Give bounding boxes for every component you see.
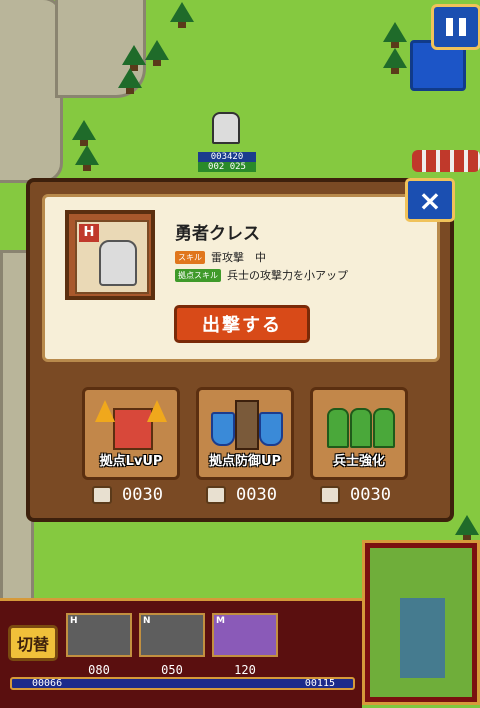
- tree-icon: [145, 40, 169, 66]
- hero-portrait: H: [65, 210, 155, 300]
- passive-tag: 拠点スキル: [175, 268, 221, 282]
- upgrade-cost: 0030: [92, 485, 163, 505]
- tower-shield-icon: [207, 394, 283, 450]
- pause-icon: [446, 18, 453, 36]
- enemy-soldiers[interactable]: [412, 150, 480, 172]
- minimap[interactable]: [362, 540, 480, 705]
- upgrade-label: 拠点防御UP: [208, 454, 282, 469]
- soldier-boost-button[interactable]: 兵士強化: [310, 387, 408, 480]
- hero-info-panel: H 勇者クレス スキル 雷攻撃 中 拠点スキル 兵士の攻撃力を小アップ 出撃する: [42, 194, 440, 362]
- slot-cost: 120: [234, 663, 256, 677]
- cost-value: 0030: [122, 485, 163, 505]
- tree-icon: [118, 68, 142, 94]
- minimap-water: [400, 598, 445, 678]
- minimap-view: [370, 548, 472, 697]
- resource-current: 00066: [32, 678, 63, 689]
- cliff-terrain: [0, 0, 63, 183]
- slot-rank: H: [70, 616, 78, 626]
- unit-slot-mage[interactable]: M 120: [212, 613, 278, 677]
- slot-rank: N: [143, 616, 151, 626]
- hp-sub-value: 002 025: [198, 162, 256, 172]
- castle-up-icon: [93, 394, 169, 450]
- pause-icon: [459, 18, 466, 36]
- hero-sprite: [99, 240, 137, 286]
- tree-icon: [75, 145, 99, 171]
- base-defense-up-button[interactable]: 拠点防御UP: [196, 387, 294, 480]
- base-level-up-button[interactable]: 拠点LvUP: [82, 387, 180, 480]
- hp-value: 003420: [210, 152, 244, 162]
- coin-icon: [320, 486, 340, 504]
- upgrade-cost: 0030: [206, 485, 277, 505]
- tree-icon: [72, 120, 96, 146]
- close-button[interactable]: ×: [405, 178, 455, 222]
- hero-name: 勇者クレス: [175, 224, 260, 244]
- skill-text: 雷攻撃 中: [211, 251, 266, 264]
- portrait-frame: H: [75, 220, 149, 294]
- soldiers-icon: [321, 394, 397, 450]
- tree-icon: [455, 515, 479, 541]
- tree-icon: [170, 2, 194, 28]
- slot-cost: 050: [161, 663, 183, 677]
- unit-hp-bar: 003420 002 025: [198, 152, 256, 172]
- hero-dialog: H 勇者クレス スキル 雷攻撃 中 拠点スキル 兵士の攻撃力を小アップ 出撃する…: [26, 178, 454, 522]
- tree-icon: [122, 45, 146, 71]
- unit-slot-soldier[interactable]: N 050: [139, 613, 205, 677]
- passive-text: 兵士の攻撃力を小アップ: [227, 269, 348, 282]
- skill-tag: スキル: [175, 250, 205, 264]
- upgrade-label: 兵士強化: [332, 454, 385, 469]
- upgrade-label: 拠点LvUP: [99, 454, 163, 469]
- skill-row: スキル 雷攻撃 中: [175, 249, 266, 265]
- resource-max: 00115: [304, 678, 335, 689]
- passive-row: 拠点スキル 兵士の攻撃力を小アップ: [175, 267, 348, 283]
- rank-badge: H: [79, 224, 99, 242]
- coin-icon: [206, 486, 226, 504]
- tree-icon: [383, 22, 407, 48]
- soldier-sprite[interactable]: [212, 112, 240, 144]
- unit-slot-hero[interactable]: H 080: [66, 613, 132, 677]
- upgrade-cost: 0030: [320, 485, 391, 505]
- unit-bar: 切替 H 080 N 050 M 120 00066 00115: [0, 598, 362, 708]
- pause-button[interactable]: [431, 4, 480, 50]
- tree-icon: [383, 48, 407, 74]
- slot-cost: 080: [88, 663, 110, 677]
- deploy-button[interactable]: 出撃する: [174, 305, 310, 343]
- switch-button[interactable]: 切替: [8, 625, 58, 661]
- close-icon: ×: [418, 183, 442, 217]
- cost-value: 0030: [350, 485, 391, 505]
- slot-rank: M: [216, 616, 225, 626]
- resource-bar: 00066 00115: [10, 677, 355, 690]
- coin-icon: [92, 486, 112, 504]
- cost-value: 0030: [236, 485, 277, 505]
